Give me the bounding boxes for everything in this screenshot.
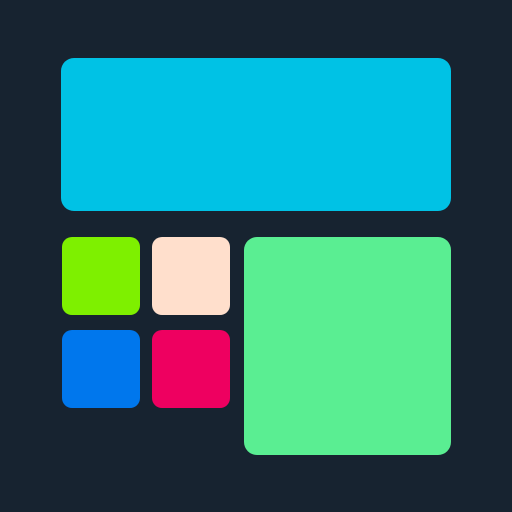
small-tile-blue	[62, 330, 140, 408]
small-tile-green	[62, 237, 140, 315]
large-tile-green	[244, 237, 451, 455]
small-tile-pink	[152, 330, 230, 408]
dashboard-grid-icon	[0, 0, 512, 512]
top-banner-tile	[61, 58, 451, 211]
small-tile-peach	[152, 237, 230, 315]
